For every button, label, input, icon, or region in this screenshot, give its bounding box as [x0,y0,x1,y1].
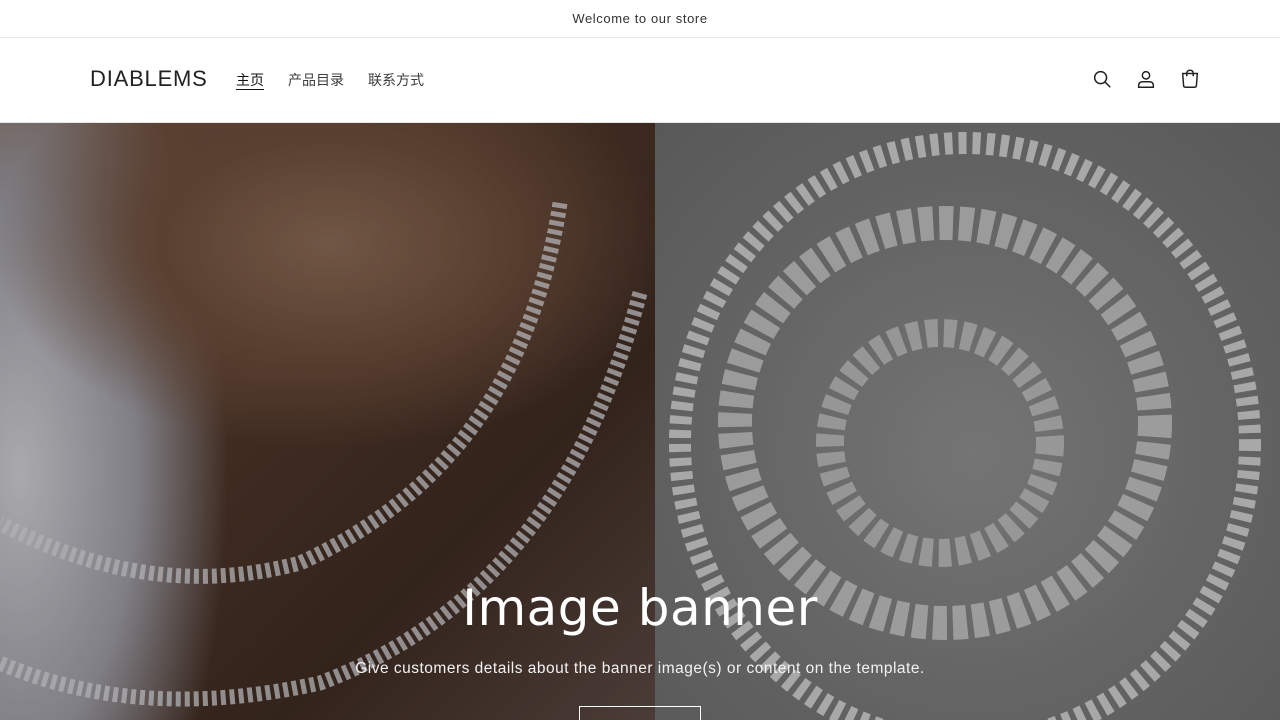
banner-text: Give customers details about the banner … [355,660,925,677]
store-logo[interactable]: DIABLEMS [90,66,208,92]
account-button[interactable] [1134,65,1158,93]
banner-button[interactable] [579,706,701,720]
announcement-text: Welcome to our store [572,11,708,26]
nav-item-home[interactable]: 主页 [236,70,264,90]
nav-item-catalog[interactable]: 产品目录 [288,70,344,90]
image-banner: Image banner Give customers details abou… [0,123,1280,720]
banner-heading: Image banner [462,579,818,637]
cart-button[interactable] [1178,65,1202,93]
announcement-bar: Welcome to our store [0,0,1280,38]
account-icon [1137,70,1155,88]
search-button[interactable] [1090,65,1114,93]
cart-icon [1181,69,1199,88]
site-header: DIABLEMS 主页 产品目录 联系方式 [0,38,1280,123]
header-icons [1090,65,1202,93]
main-nav: 主页 产品目录 联系方式 [236,70,424,90]
nav-item-contact[interactable]: 联系方式 [368,70,424,90]
banner-content: Image banner Give customers details abou… [0,583,1280,678]
search-icon [1093,70,1111,88]
